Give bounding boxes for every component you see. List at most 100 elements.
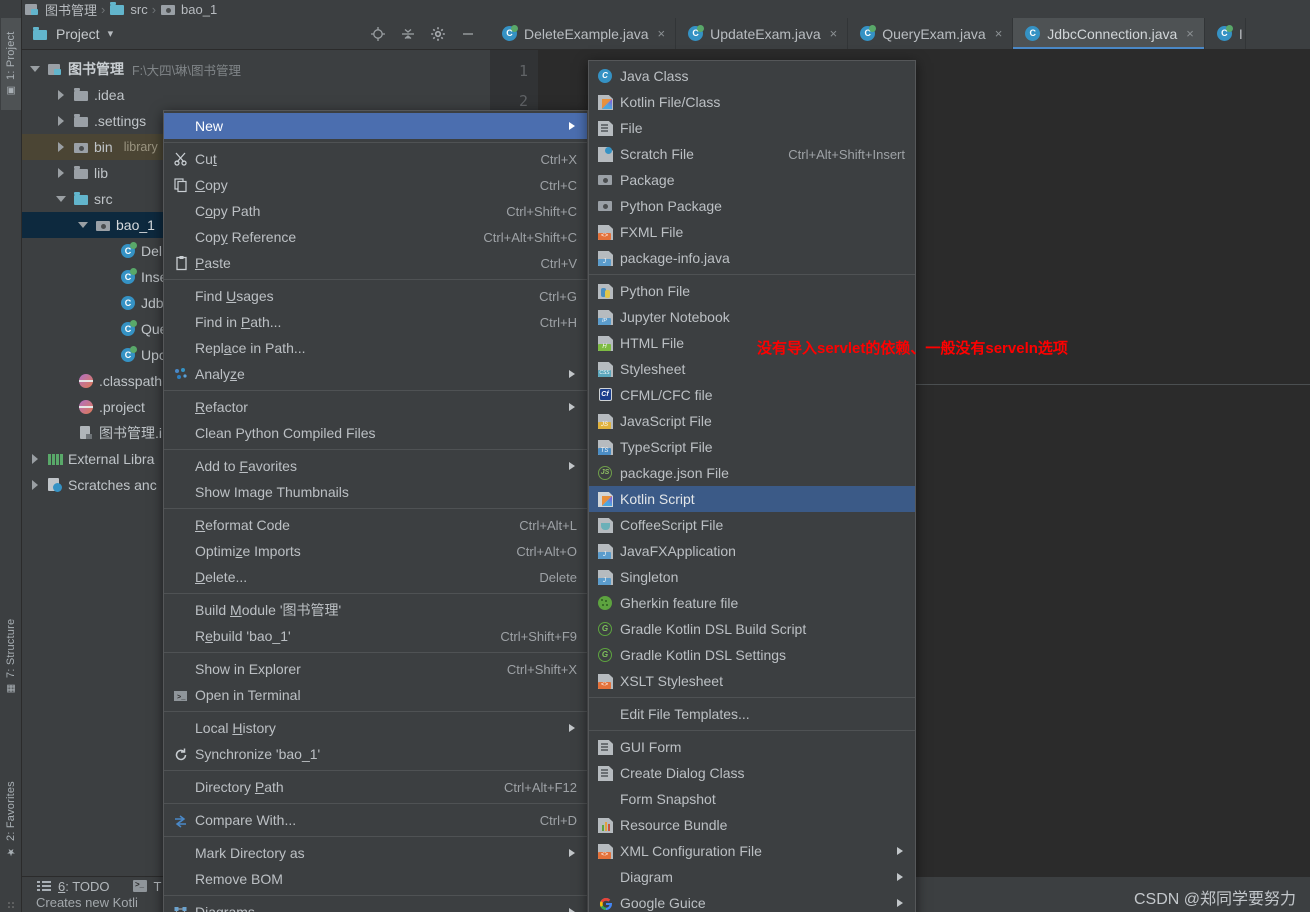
menu-item-shortcut: Ctrl+Alt+O [516, 543, 577, 559]
submenu-item-xml-configuration-file[interactable]: <> XML Configuration File [589, 838, 915, 864]
menu-item-label: Diagrams [195, 904, 255, 912]
collapse-all-icon[interactable] [400, 26, 416, 42]
submenu-item-python-file[interactable]: Python File [589, 278, 915, 304]
breadcrumb-item-project[interactable]: 图书管理 [24, 0, 97, 19]
submenu-item-file[interactable]: File [589, 115, 915, 141]
blank-icon [597, 791, 615, 807]
submenu-item-java-class[interactable]: C Java Class [589, 63, 915, 89]
menu-item-find-in-path[interactable]: Find in Path... Ctrl+H [164, 309, 587, 335]
submenu-item-edit-file-templates[interactable]: Edit File Templates... [589, 701, 915, 727]
menu-item-reformat-code[interactable]: Reformat Code Ctrl+Alt+L [164, 512, 587, 538]
menu-item-copy[interactable]: Copy Ctrl+C [164, 172, 587, 198]
menu-item-clean-python-compiled-files[interactable]: Clean Python Compiled Files [164, 420, 587, 446]
submenu-item-typescript-file[interactable]: TS TypeScript File [589, 434, 915, 460]
submenu-item-gui-form[interactable]: GUI Form [589, 734, 915, 760]
menu-item-rebuild[interactable]: Rebuild 'bao_1' Ctrl+Shift+F9 [164, 623, 587, 649]
tab-overflow[interactable]: I [1205, 18, 1246, 49]
chevron-down-icon[interactable] [30, 63, 42, 75]
menu-item-refactor[interactable]: Refactor [164, 394, 587, 420]
menu-item-directory-path[interactable]: Directory Path Ctrl+Alt+F12 [164, 774, 587, 800]
menu-item-show-in-explorer[interactable]: Show in Explorer Ctrl+Shift+X [164, 656, 587, 682]
submenu-item-scratch-file[interactable]: Scratch File Ctrl+Alt+Shift+Insert [589, 141, 915, 167]
chevron-down-icon[interactable] [56, 193, 68, 205]
hide-panel-icon[interactable] [460, 26, 476, 42]
menu-item-find-usages[interactable]: Find Usages Ctrl+G [164, 283, 587, 309]
menu-item-open-in-terminal[interactable]: >_ Open in Terminal [164, 682, 587, 708]
status-button-todo[interactable]: 6: TODO [36, 878, 110, 894]
submenu-item-diagram[interactable]: Diagram [589, 864, 915, 890]
sidebar-button-project[interactable]: ▣ 1: Project [1, 18, 21, 110]
submenu-item-kotlin-file-class[interactable]: Kotlin File/Class [589, 89, 915, 115]
chevron-right-icon[interactable] [56, 89, 68, 101]
menu-item-delete[interactable]: Delete... Delete [164, 564, 587, 590]
menu-item-compare-with[interactable]: Compare With... Ctrl+D [164, 807, 587, 833]
project-panel-title-group[interactable]: Project ▾ [32, 26, 113, 42]
menu-item-diagrams[interactable]: Diagrams [164, 899, 587, 912]
chevron-right-icon[interactable] [56, 115, 68, 127]
breadcrumb-item-src[interactable]: src [109, 1, 148, 17]
close-icon[interactable]: × [1186, 26, 1194, 41]
tab-update-exam[interactable]: UpdateExam.java × [676, 18, 849, 49]
menu-item-label: Open in Terminal [195, 687, 301, 703]
submenu-item-javafxapplication[interactable]: J JavaFXApplication [589, 538, 915, 564]
chevron-right-icon[interactable] [56, 141, 68, 153]
submenu-item-javascript-file[interactable]: JS JavaScript File [589, 408, 915, 434]
status-button-terminal[interactable]: T [132, 878, 162, 894]
close-icon[interactable]: × [658, 26, 666, 41]
menu-item-mark-directory-as[interactable]: Mark Directory as [164, 840, 587, 866]
sidebar-button-structure[interactable]: ▦ 7: Structure [1, 600, 21, 712]
chevron-right-icon[interactable] [56, 167, 68, 179]
menu-item-add-to-favorites[interactable]: Add to Favorites [164, 453, 587, 479]
sidebar-button-favorites[interactable]: ★ 2: Favorites [1, 760, 21, 878]
submenu-item-create-dialog-class[interactable]: Create Dialog Class [589, 760, 915, 786]
submenu-item-resource-bundle[interactable]: Resource Bundle [589, 812, 915, 838]
submenu-item-jupyter-notebook[interactable]: IP Jupyter Notebook [589, 304, 915, 330]
project-icon: ▣ [5, 85, 17, 97]
tab-jdbc-connection[interactable]: JdbcConnection.java × [1013, 18, 1205, 49]
submenu-item-cfml-cfc-file[interactable]: Cf CFML/CFC file [589, 382, 915, 408]
settings-gear-icon[interactable] [430, 26, 446, 42]
menu-item-optimize-imports[interactable]: Optimize Imports Ctrl+Alt+O [164, 538, 587, 564]
submenu-item-package[interactable]: Package [589, 167, 915, 193]
menu-item-show-image-thumbnails[interactable]: Show Image Thumbnails [164, 479, 587, 505]
chevron-right-icon [895, 846, 905, 856]
tree-row-project[interactable]: 图书管理 F:\大四\琳\图书管理 [22, 56, 490, 82]
submenu-item-gradle-kotlin-dsl-build-script[interactable]: G Gradle Kotlin DSL Build Script [589, 616, 915, 642]
tree-row-idea[interactable]: .idea [22, 82, 490, 108]
menu-item-cut[interactable]: Cut Ctrl+X [164, 146, 587, 172]
chevron-right-icon[interactable] [30, 453, 42, 465]
menu-item-local-history[interactable]: Local History [164, 715, 587, 741]
menu-item-copy-reference[interactable]: Copy Reference Ctrl+Alt+Shift+C [164, 224, 587, 250]
menu-item-analyze[interactable]: Analyze [164, 361, 587, 387]
locate-icon[interactable] [370, 26, 386, 42]
submenu-item-coffeescript-file[interactable]: CoffeeScript File [589, 512, 915, 538]
submenu-item-package-json-file[interactable]: JS package.json File [589, 460, 915, 486]
menu-item-synchronize[interactable]: Synchronize 'bao_1' [164, 741, 587, 767]
sidebar-button-label: 2: Favorites [5, 780, 17, 841]
tab-delete-example[interactable]: DeleteExample.java × [490, 18, 677, 49]
submenu-item-package-info[interactable]: J package-info.java [589, 245, 915, 271]
submenu-item-google-guice[interactable]: Google Guice [589, 890, 915, 912]
menu-item-build-module[interactable]: Build Module '图书管理' [164, 597, 587, 623]
submenu-item-xslt-stylesheet[interactable]: <> XSLT Stylesheet [589, 668, 915, 694]
submenu-item-gradle-kotlin-dsl-settings[interactable]: G Gradle Kotlin DSL Settings [589, 642, 915, 668]
chevron-right-icon[interactable] [30, 479, 42, 491]
submenu-item-python-package[interactable]: Python Package [589, 193, 915, 219]
menu-item-copy-path[interactable]: Copy Path Ctrl+Shift+C [164, 198, 587, 224]
chevron-down-icon[interactable] [78, 219, 90, 231]
breadcrumb-item-package[interactable]: bao_1 [160, 1, 217, 17]
submenu-item-gherkin-feature-file[interactable]: Gherkin feature file [589, 590, 915, 616]
submenu-item-stylesheet[interactable]: CSS Stylesheet [589, 356, 915, 382]
tab-query-exam[interactable]: QueryExam.java × [848, 18, 1014, 49]
menu-item-remove-bom[interactable]: Remove BOM [164, 866, 587, 892]
chevron-down-icon[interactable]: ▾ [108, 27, 114, 40]
close-icon[interactable]: × [995, 26, 1003, 41]
submenu-item-fxml-file[interactable]: <> FXML File [589, 219, 915, 245]
submenu-item-form-snapshot[interactable]: Form Snapshot [589, 786, 915, 812]
menu-item-replace-in-path[interactable]: Replace in Path... [164, 335, 587, 361]
menu-item-paste[interactable]: Paste Ctrl+V [164, 250, 587, 276]
submenu-item-kotlin-script[interactable]: Kotlin Script [589, 486, 915, 512]
close-icon[interactable]: × [830, 26, 838, 41]
submenu-item-singleton[interactable]: J Singleton [589, 564, 915, 590]
menu-item-new[interactable]: New [164, 113, 587, 139]
